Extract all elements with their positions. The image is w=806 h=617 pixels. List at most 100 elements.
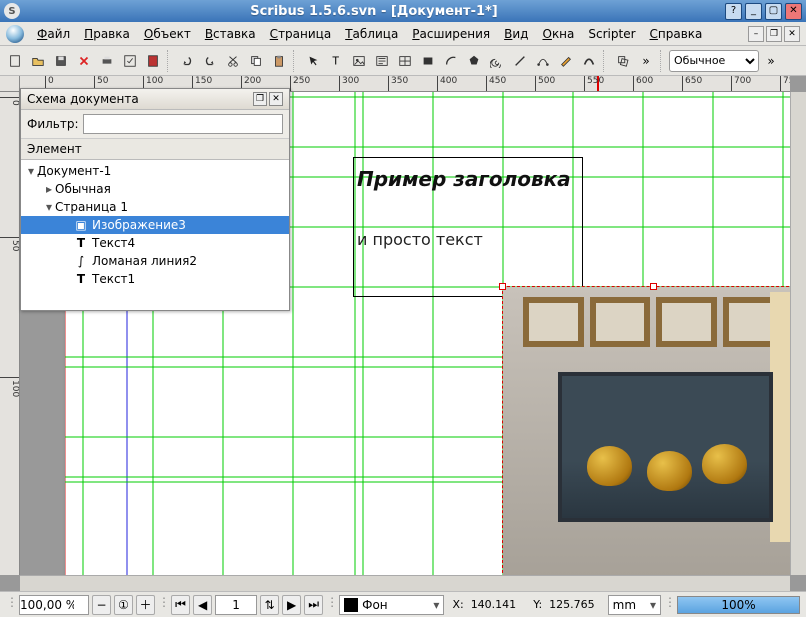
column-header[interactable]: Элемент (21, 139, 289, 160)
menu-file[interactable]: Файл (30, 24, 77, 44)
minimize-button[interactable]: _ (745, 3, 762, 20)
tree-item-polyline2[interactable]: ∫Ломаная линия2 (21, 252, 289, 270)
undo-button[interactable] (176, 50, 198, 72)
menu-help[interactable]: Справка (643, 24, 710, 44)
x-label: X: (450, 598, 465, 611)
rotate-tool[interactable] (612, 50, 634, 72)
arc-tool[interactable] (440, 50, 462, 72)
selection-outline (502, 286, 790, 575)
save-button[interactable] (50, 50, 72, 72)
outline-panel[interactable]: Схема документа ❐ ✕ Фильтр: Элемент ▾Док… (20, 88, 290, 311)
open-button[interactable] (27, 50, 49, 72)
y-label: Y: (531, 598, 544, 611)
resize-handle-nw[interactable] (499, 283, 506, 290)
table-tool[interactable] (394, 50, 416, 72)
new-doc-button[interactable] (4, 50, 26, 72)
freehand-tool[interactable] (555, 50, 577, 72)
progress-bar: 100% (677, 596, 800, 614)
tree-item-master[interactable]: ▸Обычная (21, 180, 289, 198)
view-mode-combo[interactable]: Обычное (669, 50, 759, 72)
grip-icon: ⋮⋮ (6, 595, 16, 615)
line-tool[interactable] (509, 50, 531, 72)
vertical-ruler[interactable]: 050100 (0, 92, 20, 575)
window-title: Scribus 1.5.6.svn - [Документ-1*] (26, 4, 722, 19)
mdi-minimize-button[interactable]: – (748, 26, 764, 42)
y-value: 125.765 (547, 598, 597, 611)
menu-view[interactable]: Вид (497, 24, 535, 44)
more-tools-button[interactable]: » (635, 50, 657, 72)
prev-page-button[interactable]: ◀ (193, 595, 212, 615)
menu-object[interactable]: Объект (137, 24, 198, 44)
maximize-button[interactable]: ▢ (765, 3, 782, 20)
resize-handle-n[interactable] (650, 283, 657, 290)
export-pdf-button[interactable] (142, 50, 164, 72)
toolbar-overflow-button[interactable]: » (760, 50, 782, 72)
menu-insert[interactable]: Вставка (198, 24, 263, 44)
menu-edit[interactable]: Правка (77, 24, 137, 44)
main-toolbar: T » Обычное » (0, 46, 806, 76)
print-button[interactable] (96, 50, 118, 72)
scribus-logo-icon (6, 25, 24, 43)
window-titlebar: S Scribus 1.5.6.svn - [Документ-1*] ? _ … (0, 0, 806, 22)
polygon-tool[interactable] (463, 50, 485, 72)
unit-combo[interactable]: mm (608, 595, 661, 615)
help-button[interactable]: ? (725, 3, 742, 20)
grip-icon: ⋮⋮ (158, 595, 168, 615)
mdi-close-button[interactable]: ✕ (784, 26, 800, 42)
heading-text[interactable]: Пример заголовка (357, 167, 571, 191)
filter-label: Фильтр: (27, 117, 79, 131)
tree-item-page[interactable]: ▾Страница 1 (21, 198, 289, 216)
menu-page[interactable]: Страница (263, 24, 339, 44)
layer-combo[interactable]: Фон (339, 595, 444, 615)
filter-input[interactable] (83, 114, 283, 134)
menu-table[interactable]: Таблица (338, 24, 405, 44)
tree-item-image3[interactable]: ▣Изображение3 (21, 216, 289, 234)
cut-button[interactable] (222, 50, 244, 72)
ruler-corner (0, 76, 20, 92)
menu-scripter[interactable]: Scripter (581, 24, 642, 44)
zoom-out-button[interactable]: − (92, 595, 111, 615)
mdi-restore-button[interactable]: ❐ (766, 26, 782, 42)
panel-close-button[interactable]: ✕ (269, 92, 283, 106)
tree-item-text4[interactable]: TТекст4 (21, 234, 289, 252)
tree-item-text1[interactable]: TТекст1 (21, 270, 289, 288)
render-frame-tool[interactable] (371, 50, 393, 72)
copy-button[interactable] (245, 50, 267, 72)
text-frame-tool[interactable]: T (325, 50, 347, 72)
outline-tree[interactable]: ▾Документ-1 ▸Обычная ▾Страница 1 ▣Изобра… (21, 160, 289, 310)
preflight-button[interactable] (119, 50, 141, 72)
panel-titlebar[interactable]: Схема документа ❐ ✕ (21, 89, 289, 110)
menubar: Файл Правка Объект Вставка Страница Табл… (0, 22, 806, 46)
redo-button[interactable] (199, 50, 221, 72)
spiral-tool[interactable] (486, 50, 508, 72)
paste-button[interactable] (268, 50, 290, 72)
tree-item-document[interactable]: ▾Документ-1 (21, 162, 289, 180)
last-page-button[interactable]: ⏭ (304, 595, 323, 615)
body-text[interactable]: и просто текст (357, 230, 483, 249)
calligraphy-tool[interactable] (578, 50, 600, 72)
select-tool[interactable] (302, 50, 324, 72)
app-icon: S (4, 3, 20, 19)
menu-plugins[interactable]: Расширения (405, 24, 497, 44)
page-spinner[interactable]: ⇅ (260, 595, 279, 615)
zoom-in-button[interactable]: ＋ (136, 595, 155, 615)
panel-float-button[interactable]: ❐ (253, 92, 267, 106)
next-page-button[interactable]: ▶ (282, 595, 301, 615)
close-button[interactable]: ✕ (785, 3, 802, 20)
first-page-button[interactable]: ⏮ (171, 595, 190, 615)
statusbar: ⋮⋮ − ① ＋ ⋮⋮ ⏮ ◀ ⇅ ▶ ⏭ ⋮⋮ Фон X: 140.141 … (0, 591, 806, 617)
shape-tool[interactable] (417, 50, 439, 72)
menu-windows[interactable]: Окна (535, 24, 581, 44)
zoom-input[interactable] (19, 595, 89, 615)
zoom-reset-button[interactable]: ① (114, 595, 133, 615)
bezier-tool[interactable] (532, 50, 554, 72)
close-doc-button[interactable] (73, 50, 95, 72)
grip-icon: ⋮⋮ (326, 595, 336, 615)
image-icon: ▣ (73, 218, 89, 232)
grip-icon: ⋮⋮ (664, 595, 674, 615)
image-frame-tool[interactable] (348, 50, 370, 72)
horizontal-scrollbar[interactable] (20, 575, 790, 591)
vertical-scrollbar[interactable] (790, 92, 806, 575)
page-input[interactable] (215, 595, 257, 615)
line-icon: ∫ (73, 254, 89, 268)
